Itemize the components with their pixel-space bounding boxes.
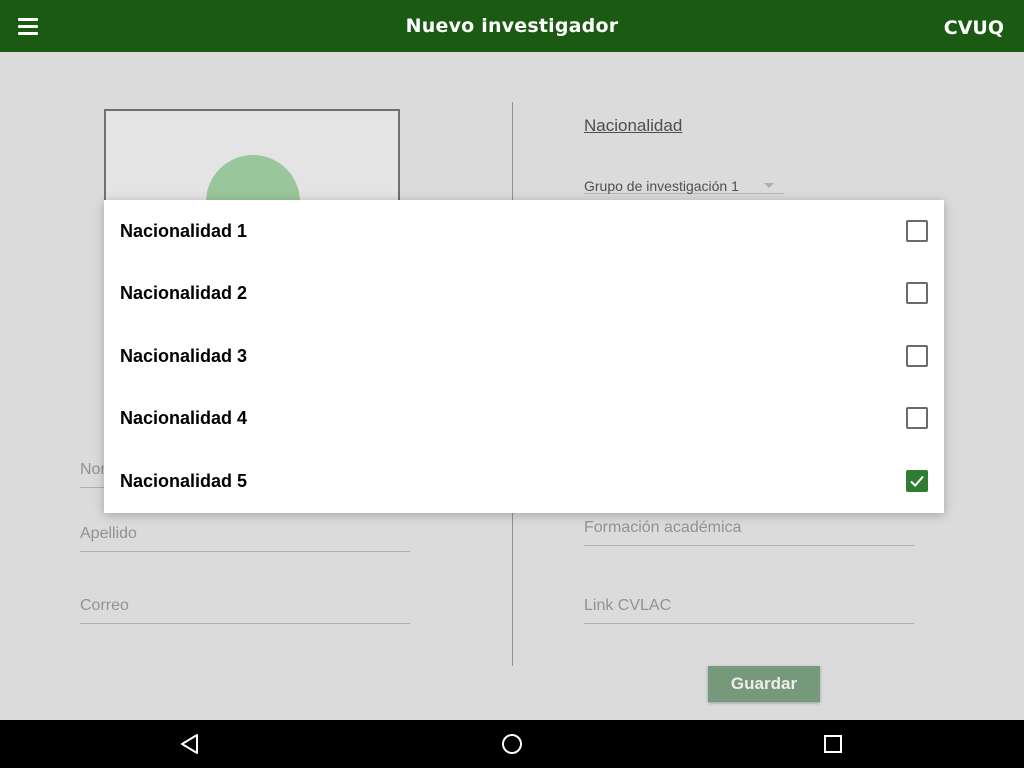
option-label: Nacionalidad 3 [120,346,248,366]
checkbox-icon[interactable] [906,220,928,242]
system-nav-bar [0,720,1024,768]
option-label: Nacionalidad 4 [120,408,248,428]
checkbox-icon[interactable] [906,470,928,492]
checkbox-icon[interactable] [906,407,928,429]
option-label: Nacionalidad 1 [120,221,248,241]
hamburger-menu-icon[interactable] [18,18,38,36]
checkbox-icon[interactable] [906,282,928,304]
nacionalidad-option-5[interactable]: Nacionalidad 5 [104,450,944,512]
nacionalidad-option-2[interactable]: Nacionalidad 2 [104,262,944,324]
nacionalidad-option-4[interactable]: Nacionalidad 4 [104,387,944,449]
recents-square-icon[interactable] [819,730,847,758]
checkbox-icon[interactable] [906,345,928,367]
app-bar: Nuevo investigador CVUQ [0,0,1024,52]
nacionalidad-option-1[interactable]: Nacionalidad 1 [104,200,944,262]
nacionalidad-option-3[interactable]: Nacionalidad 3 [104,325,944,387]
nacionalidad-dialog: Nacionalidad 1 Nacionalidad 2 Nacionalid… [104,200,944,513]
app-title: Nuevo investigador [405,15,619,37]
back-triangle-icon[interactable] [176,730,204,758]
option-label: Nacionalidad 2 [120,283,248,303]
option-label: Nacionalidad 5 [120,471,248,491]
app-brand[interactable]: CVUQ [944,0,1004,56]
home-circle-icon[interactable] [498,730,526,758]
